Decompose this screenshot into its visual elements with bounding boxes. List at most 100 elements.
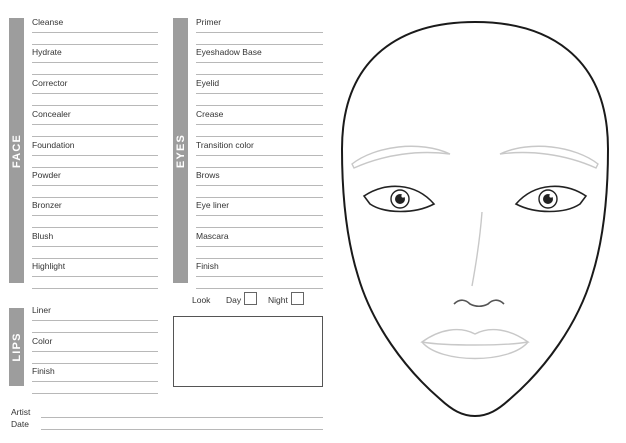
field-line bbox=[32, 215, 158, 216]
right-eyebrow bbox=[499, 145, 599, 169]
field-line bbox=[32, 155, 158, 156]
field-line bbox=[32, 167, 158, 168]
eyes-field-brows[interactable]: Brows bbox=[196, 170, 323, 200]
field-line bbox=[196, 74, 323, 75]
face-section-bar: FACE bbox=[9, 18, 24, 283]
notes-box[interactable] bbox=[173, 316, 323, 387]
field-label: Transition color bbox=[196, 140, 254, 150]
field-line bbox=[196, 32, 323, 33]
field-label: Bronzer bbox=[32, 200, 62, 210]
eyes-field-crease[interactable]: Crease bbox=[196, 109, 323, 139]
field-line bbox=[32, 62, 158, 63]
head-outline bbox=[340, 20, 610, 418]
field-line bbox=[32, 124, 158, 125]
night-checkbox[interactable] bbox=[291, 292, 304, 305]
face-field-hydrate[interactable]: Hydrate bbox=[32, 47, 158, 77]
field-line bbox=[32, 332, 158, 333]
field-label: Liner bbox=[32, 305, 51, 315]
field-label: Hydrate bbox=[32, 47, 62, 57]
field-label: Color bbox=[32, 336, 53, 346]
field-label: Foundation bbox=[32, 140, 75, 150]
field-line bbox=[196, 215, 323, 216]
field-line bbox=[32, 32, 158, 33]
eyes-field-eyelid[interactable]: Eyelid bbox=[196, 78, 323, 108]
nose-bottom bbox=[453, 299, 505, 308]
field-line bbox=[32, 320, 158, 321]
lips-section-bar: LIPS bbox=[9, 308, 24, 386]
lips-field-finish[interactable]: Finish bbox=[32, 366, 158, 396]
field-line bbox=[196, 93, 323, 94]
field-label: Finish bbox=[32, 366, 55, 376]
night-label: Night bbox=[268, 295, 288, 305]
field-line bbox=[196, 197, 323, 198]
field-line bbox=[196, 258, 323, 259]
right-eye-highlight bbox=[549, 194, 553, 198]
face-field-corrector[interactable]: Corrector bbox=[32, 78, 158, 108]
field-line bbox=[196, 276, 323, 277]
date-field[interactable]: Date bbox=[11, 419, 323, 431]
day-checkbox[interactable] bbox=[244, 292, 257, 305]
field-line bbox=[32, 227, 158, 228]
field-label: Eye liner bbox=[196, 200, 230, 210]
field-line bbox=[32, 197, 158, 198]
left-eye-highlight bbox=[401, 194, 405, 198]
field-line bbox=[32, 44, 158, 45]
eyes-field-transition-color[interactable]: Transition color bbox=[196, 140, 323, 170]
face-field-powder[interactable]: Powder bbox=[32, 170, 158, 200]
lips-field-color[interactable]: Color bbox=[32, 336, 158, 366]
field-line bbox=[196, 167, 323, 168]
field-label: Highlight bbox=[32, 261, 66, 271]
eyes-field-primer[interactable]: Primer bbox=[196, 17, 323, 47]
date-label: Date bbox=[11, 419, 29, 429]
face-field-bronzer[interactable]: Bronzer bbox=[32, 200, 158, 230]
lips-section-title: LIPS bbox=[10, 332, 23, 362]
field-line bbox=[32, 351, 158, 352]
artist-field[interactable]: Artist bbox=[11, 407, 323, 419]
field-line bbox=[196, 124, 323, 125]
field-label: Mascara bbox=[196, 231, 229, 241]
field-line bbox=[196, 288, 323, 289]
field-line bbox=[196, 105, 323, 106]
day-label: Day bbox=[226, 295, 242, 305]
artist-label: Artist bbox=[11, 407, 31, 417]
field-line bbox=[32, 258, 158, 259]
eyes-field-finish[interactable]: Finish bbox=[196, 261, 323, 291]
field-line bbox=[32, 185, 158, 186]
field-label: Finish bbox=[196, 261, 219, 271]
field-line bbox=[32, 363, 158, 364]
field-label: Cleanse bbox=[32, 17, 64, 27]
field-line bbox=[196, 62, 323, 63]
face-field-concealer[interactable]: Concealer bbox=[32, 109, 158, 139]
field-label: Brows bbox=[196, 170, 220, 180]
field-line bbox=[32, 136, 158, 137]
eyes-section-title: EYES bbox=[174, 133, 187, 168]
field-line bbox=[196, 44, 323, 45]
field-line bbox=[196, 155, 323, 156]
field-line bbox=[32, 276, 158, 277]
field-line bbox=[196, 246, 323, 247]
field-label: Primer bbox=[196, 17, 222, 27]
eyes-field-mascara[interactable]: Mascara bbox=[196, 231, 323, 261]
eyes-field-eye-liner[interactable]: Eye liner bbox=[196, 200, 323, 230]
field-label: Concealer bbox=[32, 109, 71, 119]
field-label: Blush bbox=[32, 231, 54, 241]
face-field-cleanse[interactable]: Cleanse bbox=[32, 17, 158, 47]
eyes-field-eyeshadow-base[interactable]: Eyeshadow Base bbox=[196, 47, 323, 77]
date-line bbox=[41, 429, 323, 430]
field-label: Crease bbox=[196, 109, 224, 119]
field-line bbox=[32, 74, 158, 75]
field-line bbox=[32, 246, 158, 247]
look-row: Look Day Night bbox=[192, 292, 323, 308]
face-field-blush[interactable]: Blush bbox=[32, 231, 158, 261]
face-chart-illustration[interactable] bbox=[330, 14, 620, 419]
look-label: Look bbox=[192, 295, 211, 305]
field-line bbox=[196, 227, 323, 228]
face-field-foundation[interactable]: Foundation bbox=[32, 140, 158, 170]
field-line bbox=[32, 393, 158, 394]
left-eyebrow bbox=[351, 145, 451, 169]
field-line bbox=[196, 185, 323, 186]
face-field-highlight[interactable]: Highlight bbox=[32, 261, 158, 291]
field-label: Eyeshadow Base bbox=[196, 47, 262, 57]
nose-bridge bbox=[471, 211, 483, 287]
lips-field-liner[interactable]: Liner bbox=[32, 305, 158, 335]
